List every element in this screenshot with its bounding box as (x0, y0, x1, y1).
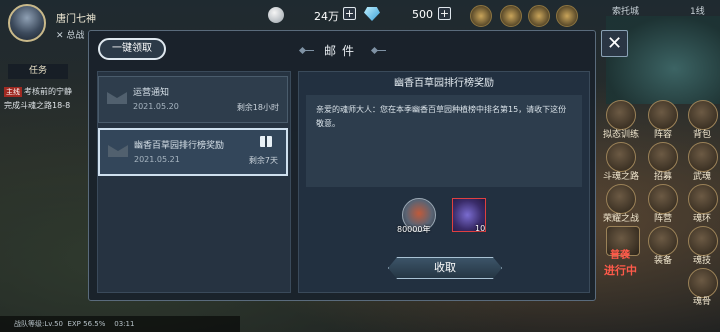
add-silver-button[interactable]: + (343, 7, 356, 20)
claim-all-button[interactable]: 一键领取 (98, 38, 166, 60)
mail-item[interactable]: 运营通知 2021.05.20 剩余18小时 (98, 76, 288, 123)
mimic-training-icon[interactable] (606, 100, 636, 130)
mail-item-title: 运营通知 (133, 88, 170, 98)
envelope-icon (107, 92, 127, 104)
envelope-icon (108, 145, 128, 157)
side-label-soul-bone: 魂骨 (692, 297, 711, 307)
task-name: 考核前的宁静 (24, 87, 72, 96)
side-label-recruit: 招募 (653, 172, 672, 182)
player-name: 唐门七神 (56, 14, 96, 25)
player-guild: ✕ 总战 (56, 31, 85, 41)
silver-coin-icon (268, 7, 284, 23)
shop-icon[interactable] (528, 5, 550, 27)
task-line-1[interactable]: 主线 考核前的宁静 (4, 86, 72, 97)
battle-status-line2[interactable]: 进行中 (604, 262, 637, 278)
exp-percent: EXP 56.5% (67, 320, 106, 328)
side-label-lineup: 阵容 (653, 130, 672, 140)
trophy-icon[interactable] (500, 5, 522, 27)
team-level: 战队等级:Lv.50 (14, 320, 63, 328)
recruit-icon[interactable] (648, 142, 678, 172)
status-bar: 战队等级:Lv.50 EXP 56.5% 03:11 (0, 316, 240, 332)
mail-detail-title: 幽香百草园排行榜奖励 (394, 78, 494, 89)
mail-item-date: 2021.05.20 (133, 102, 179, 111)
diamond-icon (364, 7, 380, 21)
title-ornament-right (372, 50, 386, 51)
add-diamond-button[interactable]: + (438, 7, 451, 20)
side-label-glory-battle: 荣耀之战 (603, 214, 640, 224)
clock: 03:11 (114, 320, 135, 328)
reward-qty: 80000年 (397, 225, 431, 234)
receive-button[interactable]: 收取 (388, 257, 502, 279)
server-line: 1线 (690, 7, 705, 17)
event-icon[interactable] (470, 5, 492, 27)
glory-battle-icon[interactable] (606, 184, 636, 214)
soul-skill-icon[interactable] (688, 226, 718, 256)
soul-road-icon[interactable] (606, 142, 636, 172)
side-label-mimic-training: 拟态训练 (603, 130, 640, 140)
backpack-icon[interactable] (688, 100, 718, 130)
task-line-2[interactable]: 完成斗魂之路18-8 (4, 100, 70, 111)
mail-item-remaining: 剩余18小时 (236, 103, 279, 112)
equipment-icon[interactable] (648, 226, 678, 256)
martial-soul-icon[interactable] (688, 142, 718, 172)
side-label-equipment: 装备 (653, 256, 672, 266)
task-tab[interactable]: 任务 (8, 64, 68, 79)
battle-status-line1: 普袭 (610, 250, 630, 261)
mail-item-selected[interactable]: 幽香百草园排行榜奖励 2021.05.21 剩余7天 (98, 128, 288, 176)
side-label-soul-skill: 魂技 (692, 256, 711, 266)
soul-ring-icon[interactable] (688, 184, 718, 214)
attachment-gift-icon (260, 136, 272, 147)
lineup-icon[interactable] (648, 100, 678, 130)
task-tag: 主线 (4, 87, 22, 97)
side-label-camp: 阵营 (653, 214, 672, 224)
mail-item-date: 2021.05.21 (134, 155, 180, 164)
reward-qty: 10 (475, 224, 486, 233)
gift-event-icon[interactable] (556, 5, 578, 27)
side-label-soul-road: 斗魂之路 (603, 172, 640, 182)
side-label-martial-soul: 武魂 (692, 172, 711, 182)
mail-item-remaining: 剩余7天 (248, 156, 278, 165)
map-region: 索托城 (612, 7, 640, 17)
side-label-backpack: 背包 (692, 130, 711, 140)
player-avatar[interactable] (8, 4, 46, 42)
silver-amount: 24万 (314, 10, 339, 23)
camp-icon[interactable] (648, 184, 678, 214)
diamond-amount: 500 (412, 8, 433, 21)
mail-detail-body: 亲爱的魂师大人：您在本季幽香百草园种植榜中排名第15，请收下这份敬意。 (306, 95, 582, 187)
side-label-soul-ring: 魂环 (692, 214, 711, 224)
close-button[interactable]: ✕ (601, 30, 628, 57)
mail-item-title: 幽香百草园排行榜奖励 (134, 141, 225, 151)
